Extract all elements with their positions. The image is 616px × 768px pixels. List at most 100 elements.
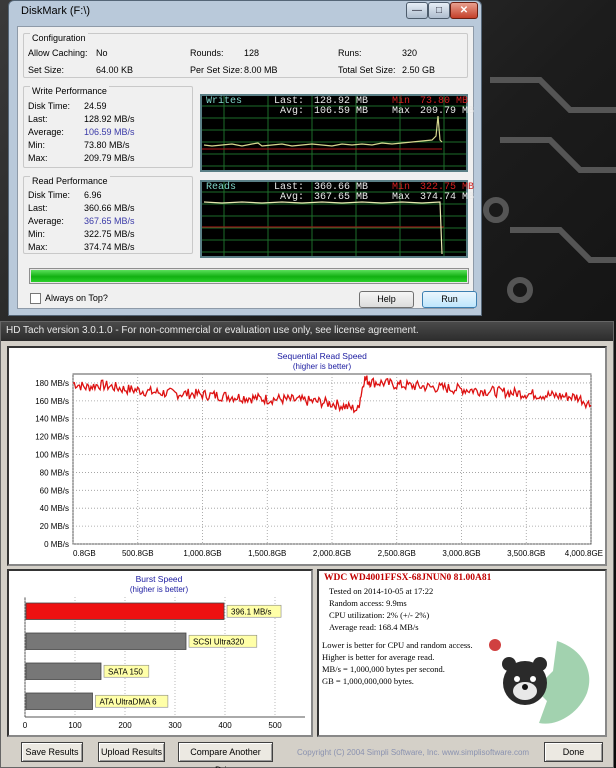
- help-button[interactable]: Help: [359, 291, 414, 308]
- y-tick-label: 0 MB/s: [44, 540, 69, 549]
- disk-time-label: Disk Time:: [28, 190, 71, 200]
- write-average: 106.59 MB/s: [84, 127, 135, 137]
- configuration-group: Configuration Allow Caching: No Rounds: …: [23, 33, 468, 78]
- writes-avg-value: 106.59 MB: [314, 106, 369, 117]
- x-tick-label: 4,000.8GE: [565, 549, 603, 558]
- read-disk-time: 6.96: [84, 190, 102, 200]
- average-read: Average read: 168.4 MB/s: [329, 622, 419, 632]
- done-button[interactable]: Done: [544, 742, 603, 762]
- total-set-size-value: 2.50 GB: [402, 65, 436, 75]
- y-tick-label: 40 MB/s: [40, 504, 69, 513]
- per-set-size-label: Per Set Size:: [190, 65, 243, 75]
- circuit-decoration: [483, 77, 616, 303]
- x-tick-label: 1,500.8GB: [248, 549, 286, 558]
- y-tick-label: 140 MB/s: [35, 415, 69, 424]
- tested-on: Tested on 2014-10-05 at 17:22: [329, 586, 434, 596]
- chart-subtitle: (higher is better): [130, 585, 189, 594]
- sequential-read-panel: Sequential Read Speed (higher is better)…: [7, 346, 607, 566]
- bear-mascot-watermark-icon: [489, 639, 590, 724]
- hdtach-window: HD Tach version 3.0.1.0 - For non-commer…: [0, 321, 614, 768]
- write-last: 128.92 MB/s: [84, 114, 135, 124]
- reads-avg-value: 367.65 MB: [314, 192, 369, 203]
- rounds-value: 128: [244, 48, 260, 58]
- chart-title: Burst Speed: [136, 574, 183, 584]
- x-tick-label: 200: [118, 721, 132, 730]
- write-min: 73.80 MB/s: [84, 140, 130, 150]
- max-label: Max:: [28, 153, 48, 163]
- compare-another-drive-button[interactable]: Compare Another Drive: [178, 742, 273, 768]
- runs-label: Runs:: [338, 48, 362, 58]
- always-on-top-label[interactable]: Always on Top?: [45, 293, 108, 303]
- per-set-size-value: 8.00 MB: [244, 65, 278, 75]
- y-tick-label: 20 MB/s: [40, 522, 69, 531]
- x-tick-label: 3,000.8GB: [442, 549, 480, 558]
- bar-label: 396.1 MB/s: [231, 607, 271, 616]
- burst-speed-panel: Burst Speed (higher is better) 396.1 MB/…: [7, 569, 313, 737]
- drive-model: WDC WD4001FFSX-68JNUN0 81.00A81: [324, 573, 492, 583]
- burst-speed-chart: Burst Speed (higher is better) 396.1 MB/…: [23, 574, 305, 730]
- x-tick-label: 100: [68, 721, 82, 730]
- write-performance-group: Write Performance Disk Time: 24.59 Last:…: [23, 86, 193, 168]
- y-tick-label: 60 MB/s: [40, 486, 69, 495]
- set-size-label: Set Size:: [28, 65, 65, 75]
- hdtach-titlebar[interactable]: HD Tach version 3.0.1.0 - For non-commer…: [1, 322, 613, 341]
- writes-label: Writes: [206, 96, 243, 107]
- bar-label: ATA UltraDMA 6: [100, 697, 158, 706]
- save-results-button[interactable]: Save Results: [21, 742, 83, 762]
- note-lower-better: Lower is better for CPU and random acces…: [322, 640, 473, 650]
- maximize-button[interactable]: □: [428, 2, 450, 19]
- allow-caching-value: No: [96, 48, 108, 58]
- group-title: Configuration: [30, 33, 88, 43]
- total-set-size-label: Total Set Size:: [338, 65, 396, 75]
- read-graph: Reads Last: 360.66 MB Avg: 367.65 MB Min…: [200, 180, 474, 258]
- window-title: HD Tach version 3.0.1.0 - For non-commer…: [6, 325, 419, 336]
- reads-avg-label: Avg:: [280, 192, 305, 203]
- y-tick-label: 80 MB/s: [40, 468, 69, 477]
- set-size-value: 64.00 KB: [96, 65, 134, 75]
- bar-label: SCSI Ultra320: [193, 637, 245, 646]
- window-title: DiskMark (F:\): [21, 5, 91, 17]
- diskmark-client: Configuration Allow Caching: No Rounds: …: [17, 26, 477, 309]
- x-tick-label: 1,000.8GB: [183, 549, 221, 558]
- note-higher-better: Higher is better for average read.: [322, 652, 435, 662]
- min-label: Min:: [28, 140, 46, 150]
- diskmark-titlebar[interactable]: DiskMark (F:\) — □ ✕: [9, 1, 481, 23]
- x-tick-label: 2,500.8GB: [378, 549, 416, 558]
- y-tick-label: 120 MB/s: [35, 433, 69, 442]
- burst-bar: [25, 602, 225, 620]
- runs-value: 320: [402, 48, 418, 58]
- x-tick-label: 500: [268, 721, 282, 730]
- x-tick-label: 3,500.8GB: [507, 549, 545, 558]
- reads-max-label: Max: [392, 192, 411, 203]
- progress-bar: [29, 268, 469, 284]
- reads-label: Reads: [206, 182, 237, 193]
- write-max: 209.79 MB/s: [84, 153, 135, 163]
- copyright-text: Copyright (C) 2004 Simpli Software, Inc.…: [297, 748, 530, 757]
- chart-title: Sequential Read Speed: [277, 351, 367, 361]
- minimize-button[interactable]: —: [406, 2, 428, 19]
- write-disk-time: 24.59: [84, 101, 107, 111]
- y-tick-label: 160 MB/s: [35, 397, 69, 406]
- read-average: 367.65 MB/s: [84, 216, 135, 226]
- y-tick-label: 100 MB/s: [35, 451, 69, 460]
- progress-fill: [31, 270, 467, 282]
- close-button[interactable]: ✕: [450, 2, 478, 19]
- writes-max-value: 209.79 MB: [420, 106, 475, 117]
- note-mbs-def: MB/s = 1,000,000 bytes per second.: [322, 664, 445, 674]
- note-gb-def: GB = 1,000,000,000 bytes.: [322, 676, 414, 686]
- x-tick-label: 400: [218, 721, 232, 730]
- read-last: 360.66 MB/s: [84, 203, 135, 213]
- x-tick-label: 0: [23, 721, 28, 730]
- reference-bar: [25, 692, 93, 710]
- read-max: 374.74 MB/s: [84, 242, 135, 252]
- diskmark-window: DiskMark (F:\) — □ ✕ Configuration Allow…: [8, 0, 482, 316]
- random-access: Random access: 9.9ms: [329, 598, 407, 608]
- upload-results-button[interactable]: Upload Results: [98, 742, 165, 762]
- rounds-label: Rounds:: [190, 48, 224, 58]
- group-title: Write Performance: [30, 86, 109, 96]
- run-button[interactable]: Run: [422, 291, 477, 308]
- writes-avg-label: Avg:: [280, 106, 305, 117]
- always-on-top-checkbox[interactable]: [30, 293, 41, 304]
- y-tick-label: 180 MB/s: [35, 379, 69, 388]
- last-label: Last:: [28, 203, 48, 213]
